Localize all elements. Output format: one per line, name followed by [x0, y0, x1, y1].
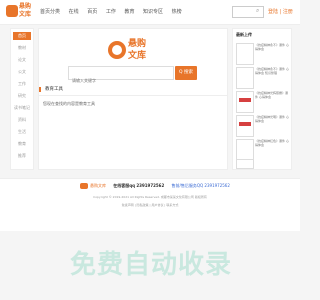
- section-header: 教育工具: [39, 85, 227, 96]
- section-text: 您现在查找的内容是教育工具: [43, 101, 95, 106]
- doc-link[interactable]: 《抗疫精神光辉照耀》课件 心得体会: [255, 91, 289, 111]
- nav-item[interactable]: 教育: [124, 9, 134, 15]
- sidebar-item[interactable]: 生活: [13, 128, 31, 136]
- sidebar-item[interactable]: 论文: [13, 56, 31, 64]
- sidebar-item-home[interactable]: 首页: [13, 32, 31, 40]
- doc-thumbnail[interactable]: [236, 91, 254, 113]
- sidebar-item[interactable]: 工作: [13, 80, 31, 88]
- latest-uploads-panel: 最新上传 《抗疫精神永不》课件 心得体会 《抗疫精神永不》课件 心得体会 知识整…: [232, 28, 292, 170]
- sidebar-item[interactable]: 资料: [13, 116, 31, 124]
- doc-thumbnail[interactable]: [236, 115, 254, 137]
- footer-copyright: Copyright © 2019-2021 All Rights Reserve…: [93, 195, 207, 199]
- doc-link[interactable]: 《抗疫精神永不》课件 心得体会 知识整理: [255, 67, 289, 87]
- logo-text-2: 文库: [19, 11, 32, 18]
- nav-item[interactable]: 热榜: [172, 9, 182, 15]
- sidebar-item[interactable]: 公文: [13, 68, 31, 76]
- cart-icon: [6, 5, 18, 17]
- sidebar-item[interactable]: 研究: [13, 92, 31, 100]
- top-bar: 悬购 文库 首页分类 在线 百页 工作 教育 知识专区 热榜 ⌕ 登陆 | 注册: [0, 0, 300, 25]
- main-search-box: [68, 66, 174, 87]
- footer-links[interactable]: 免责声明 | 隐私政策 | 用户协议 | 联系方式: [0, 203, 300, 207]
- logo-text-1: 悬购: [19, 3, 32, 10]
- section-title: 教育工具: [39, 87, 63, 92]
- doc-thumbnail[interactable]: [236, 139, 254, 161]
- category-sidebar: 首页 教材 论文 公文 工作 研究 读书笔记 资料 生活 教育 推荐: [10, 28, 34, 170]
- sidebar-item[interactable]: 读书笔记: [13, 104, 31, 112]
- sidebar-item[interactable]: 推荐: [13, 152, 31, 160]
- footer: 悬购文库 在线客服qq 2391972562 售前/售后服务QQ 2391972…: [0, 178, 300, 231]
- brand-line-2: 文库: [128, 51, 147, 61]
- top-nav: 首页分类 在线 百页 工作 教育 知识专区 热榜: [40, 8, 189, 15]
- footer-brand: 悬购文库: [90, 183, 106, 188]
- footer-qq-2[interactable]: 售前/售后服务QQ 2391972562: [172, 183, 230, 188]
- nav-item[interactable]: 工作: [106, 9, 116, 15]
- logo-circle-icon: [108, 41, 126, 59]
- doc-link[interactable]: 《抗疫精神红色》课件 心得体会: [255, 139, 289, 159]
- nav-item[interactable]: 在线: [69, 9, 79, 15]
- nav-item[interactable]: 知识专区: [143, 9, 163, 15]
- sidebar-item[interactable]: 教材: [13, 44, 31, 52]
- footer-qq-1[interactable]: 在线客服qq 2391972562: [113, 183, 164, 188]
- doc-link[interactable]: 《抗疫精神光明》课件 心得体会: [255, 115, 289, 135]
- site-logo[interactable]: 悬购 文库: [6, 3, 38, 21]
- watermark-text: 免费自动收录: [70, 250, 233, 280]
- sidebar-item[interactable]: 教育: [13, 140, 31, 148]
- doc-thumbnail[interactable]: [236, 159, 254, 169]
- footer-contact: 悬购文库 在线客服qq 2391972562 售前/售后服务QQ 2391972…: [80, 183, 230, 189]
- watermark-area: 免费自动收录: [0, 238, 300, 298]
- doc-link[interactable]: 《抗疫精神永不》课件 心得体会: [255, 43, 289, 63]
- nav-item[interactable]: 百页: [87, 9, 97, 15]
- footer-logo-icon: [80, 183, 88, 189]
- login-link[interactable]: 登陆 | 注册: [268, 8, 293, 15]
- search-button[interactable]: Q 搜索: [175, 66, 197, 80]
- doc-thumbnail[interactable]: [236, 43, 254, 65]
- brand-line-1: 悬购: [128, 39, 147, 49]
- search-icon[interactable]: ⌕: [256, 7, 259, 15]
- nav-item[interactable]: 首页分类: [40, 9, 60, 15]
- doc-thumbnail[interactable]: [236, 67, 254, 89]
- main-panel: 悬购 文库 Q 搜索 教育工具 您现在查找的内容是教育工具: [38, 28, 228, 170]
- panel-title: 最新上传: [236, 32, 252, 37]
